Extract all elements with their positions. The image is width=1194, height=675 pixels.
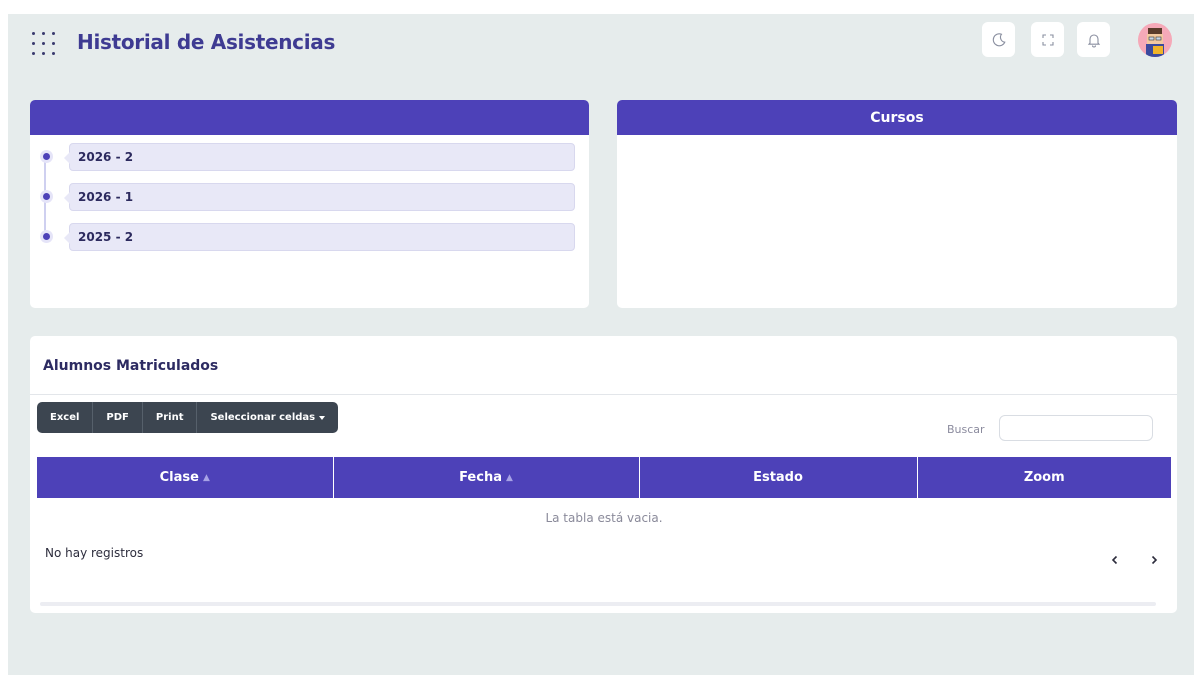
timeline-dot	[40, 190, 53, 203]
search-label: Buscar	[947, 423, 985, 436]
periods-card: 2026 - 2 2026 - 1 2025 - 2	[30, 100, 589, 308]
next-page-button[interactable]	[1144, 550, 1164, 570]
app-root: Historial de Asistencias 2026 - 2 2026 -…	[8, 14, 1194, 675]
cursos-card-body	[617, 135, 1177, 308]
table-empty-message: La tabla está vacia.	[37, 498, 1171, 538]
horizontal-scrollbar[interactable]	[40, 602, 1156, 606]
print-button[interactable]: Print	[143, 402, 198, 433]
period-item[interactable]: 2026 - 2	[40, 143, 575, 171]
export-button-group: Excel PDF Print Seleccionar celdas	[37, 402, 339, 433]
records-info: No hay registros	[45, 546, 144, 560]
search-input[interactable]	[999, 415, 1153, 441]
apps-grid-icon[interactable]	[32, 32, 58, 58]
column-header-estado: Estado	[639, 457, 918, 498]
fullscreen-icon	[1041, 33, 1054, 46]
page-header: Historial de Asistencias	[8, 14, 1194, 78]
column-header-label: Clase	[159, 470, 199, 485]
table-empty-row: La tabla está vacia.	[37, 498, 1171, 538]
period-label: 2026 - 2	[64, 143, 575, 171]
dark-mode-button[interactable]	[982, 22, 1015, 57]
select-cells-button[interactable]: Seleccionar celdas	[197, 402, 338, 433]
column-header-fecha[interactable]: Fecha ▲︎	[333, 457, 640, 498]
moon-icon	[992, 32, 1006, 46]
pdf-button[interactable]: PDF	[93, 402, 143, 433]
caret-down-icon	[319, 415, 326, 420]
chevron-left-icon	[1111, 555, 1118, 565]
period-item[interactable]: 2025 - 2	[40, 223, 575, 251]
chevron-right-icon	[1151, 555, 1158, 565]
page-title: Historial de Asistencias	[77, 30, 336, 54]
divider	[30, 394, 1177, 395]
cursos-card: Cursos	[617, 100, 1177, 308]
alumnos-card: Alumnos Matriculados Excel PDF Print Sel…	[30, 336, 1177, 613]
select-cells-label: Seleccionar celdas	[210, 412, 316, 423]
periods-timeline: 2026 - 2 2026 - 1 2025 - 2	[30, 135, 589, 251]
avatar-image	[1138, 23, 1172, 57]
user-avatar[interactable]	[1138, 23, 1172, 57]
column-header-zoom: Zoom	[917, 457, 1171, 498]
previous-page-button[interactable]	[1105, 550, 1125, 570]
column-header-label: Estado	[753, 470, 803, 485]
period-label: 2025 - 2	[64, 223, 575, 251]
periods-card-header	[30, 100, 589, 135]
fullscreen-button[interactable]	[1031, 22, 1064, 57]
sort-icon: ▲︎	[202, 472, 210, 483]
column-header-clase[interactable]: Clase ▲︎	[37, 457, 334, 498]
cursos-card-header: Cursos	[617, 100, 1177, 135]
table-header-row: Clase ▲︎ Fecha ▲︎ Estado Zoom	[37, 457, 1171, 498]
timeline-dot	[40, 230, 53, 243]
timeline-dot	[40, 150, 53, 163]
students-table: Clase ▲︎ Fecha ▲︎ Estado Zoom La tabla est…	[37, 457, 1171, 538]
period-label: 2026 - 1	[64, 183, 575, 211]
column-header-label: Zoom	[1023, 470, 1065, 485]
excel-button[interactable]: Excel	[37, 402, 94, 433]
alumnos-title: Alumnos Matriculados	[43, 358, 219, 374]
notifications-button[interactable]	[1077, 22, 1110, 57]
bell-icon	[1087, 33, 1100, 47]
period-item[interactable]: 2026 - 1	[40, 183, 575, 211]
column-header-label: Fecha	[459, 470, 502, 485]
sort-icon: ▲︎	[505, 472, 513, 483]
